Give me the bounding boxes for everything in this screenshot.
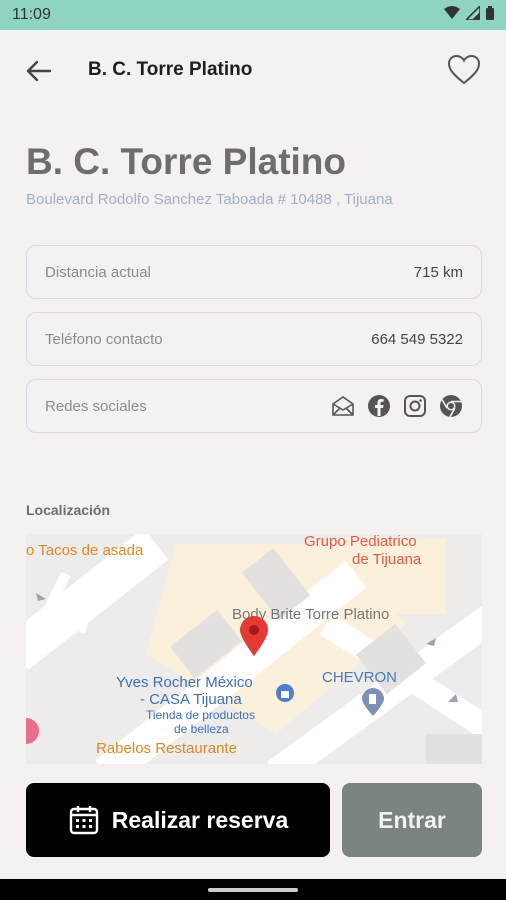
instagram-icon[interactable] (403, 394, 427, 418)
map-label-grupo-2: de Tijuana (352, 551, 422, 568)
navigation-bar (0, 879, 506, 900)
social-label: Redes sociales (45, 398, 147, 415)
map-label-yves-2: - CASA Tijuana (140, 691, 242, 708)
map-label-chevron: CHEVRON (322, 669, 398, 686)
social-icons (331, 394, 463, 418)
distance-card: Distancia actual 715 km (26, 245, 482, 299)
facebook-icon[interactable] (367, 394, 391, 418)
signal-icon (466, 6, 480, 20)
chrome-icon[interactable] (439, 394, 463, 418)
map-label-tienda-2: de belleza (174, 722, 229, 736)
mail-icon[interactable] (331, 394, 355, 418)
calendar-icon (69, 806, 98, 835)
map-pin-icon (240, 616, 268, 656)
location-map[interactable]: o Tacos de asada Grupo Pediatrico de Tij… (26, 534, 482, 764)
reserve-button-label: Realizar reserva (111, 806, 289, 833)
status-icons (444, 6, 494, 20)
gas-station-icon (362, 688, 384, 716)
shopping-bag-icon (276, 684, 294, 702)
place-title: B. C. Torre Platino (26, 141, 347, 182)
phone-card[interactable]: Teléfono contacto 664 549 5322 (26, 312, 482, 366)
location-title: Localización (26, 502, 111, 518)
distance-label: Distancia actual (45, 264, 151, 281)
social-card: Redes sociales (26, 379, 482, 433)
app-bar: B. C. Torre Platino (0, 30, 506, 114)
back-arrow-icon[interactable] (24, 56, 54, 86)
place-address: Boulevard Rodolfo Sanchez Taboada # 1048… (26, 191, 393, 208)
map-label-tacos: o Tacos de asada (26, 542, 144, 559)
status-time: 11:09 (12, 6, 51, 23)
enter-button-label: Entrar (378, 806, 446, 833)
app-bar-title: B. C. Torre Platino (88, 59, 253, 80)
phone-value[interactable]: 664 549 5322 (371, 331, 463, 348)
map-label-rabelos: Rabelos Restaurante (96, 740, 237, 757)
reserve-button[interactable]: Realizar reserva (26, 783, 330, 857)
restaurant-marker-icon (26, 718, 39, 744)
wifi-icon (444, 6, 460, 19)
distance-value: 715 km (413, 264, 463, 281)
heart-icon[interactable] (446, 52, 482, 88)
status-bar: 11:09 (0, 0, 506, 30)
phone-label: Teléfono contacto (45, 331, 163, 348)
home-gesture-handle[interactable] (208, 888, 298, 892)
map-label-grupo-1: Grupo Pediatrico (304, 534, 417, 550)
map-label-yves-1: Yves Rocher México (116, 674, 253, 691)
map-label-tienda-1: Tienda de productos (146, 708, 255, 722)
battery-icon (486, 6, 494, 20)
enter-button[interactable]: Entrar (342, 783, 482, 857)
